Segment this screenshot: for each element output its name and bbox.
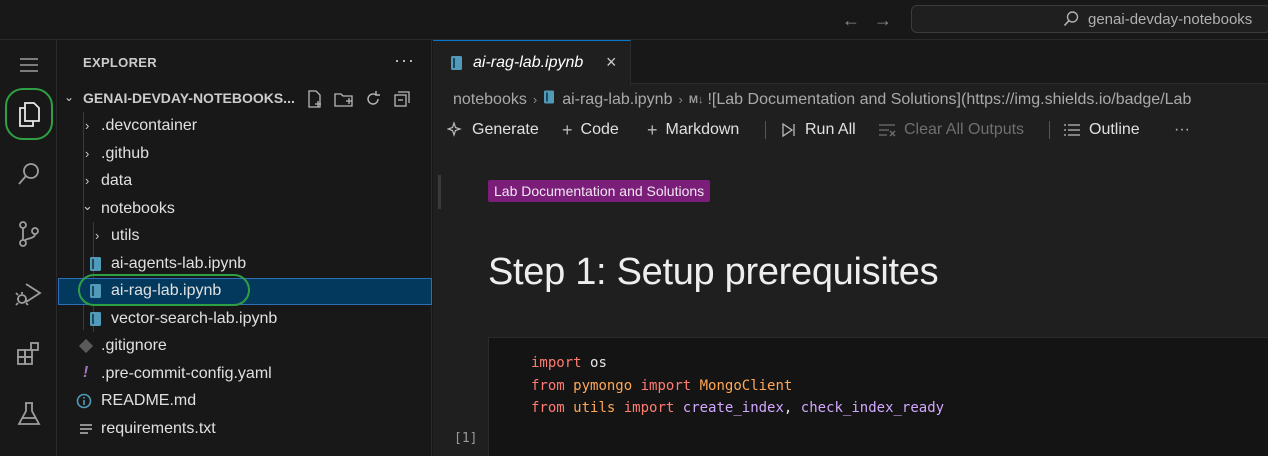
cell-focus-indicator [438, 175, 441, 209]
search-icon[interactable] [0, 150, 57, 198]
tree-folder-notebooks[interactable]: ⌄ notebooks [58, 196, 432, 223]
yaml-icon: ! [83, 364, 89, 381]
tab-label: ai-rag-lab.ipynb [473, 54, 584, 71]
clear-outputs-icon [879, 124, 896, 137]
chevron-right-icon: › [532, 92, 538, 108]
notebook-icon [90, 312, 101, 326]
search-icon [1063, 11, 1079, 27]
notebook-editor: ai-rag-lab.ipynb × notebooks › ai-rag-lab.… [433, 40, 1268, 456]
extensions-icon[interactable] [0, 330, 57, 378]
notebook-icon [544, 90, 555, 104]
tree-file-readme[interactable]: README.md [58, 388, 432, 415]
execution-count: [1] [454, 431, 478, 446]
breadcrumb-cell[interactable]: ![Lab Documentation and Solutions](https… [707, 91, 1191, 109]
toolbar-divider [765, 121, 766, 139]
add-code-cell-button[interactable]: + Code [562, 118, 619, 142]
run-all-button[interactable]: Run All [781, 118, 856, 142]
sparkle-icon [447, 121, 462, 137]
add-markdown-cell-button[interactable]: + Markdown [647, 118, 739, 142]
title-bar: ← → genai-devday-notebooks [0, 0, 1268, 40]
tree-folder-devcontainer[interactable]: › .devcontainer [58, 113, 432, 140]
highlight-ring [5, 88, 53, 140]
lab-docs-badge[interactable]: Lab Documentation and Solutions [488, 180, 711, 202]
breadcrumb-file[interactable]: ai-rag-lab.ipynb [562, 91, 672, 109]
menu-icon[interactable] [0, 41, 57, 89]
new-folder-icon[interactable] [334, 89, 354, 109]
explorer-panel: EXPLORER ··· ⌄ GENAI-DEVDAY-NOTEBOOKS...… [58, 40, 432, 456]
tree-file-vector-search-lab[interactable]: vector-search-lab.ipynb [58, 306, 432, 333]
command-center-label: genai-devday-notebooks [1088, 11, 1253, 28]
activity-bar [0, 40, 57, 456]
highlight-ring [78, 274, 250, 306]
tree-folder-utils[interactable]: › utils [58, 223, 432, 250]
workspace-root-label: GENAI-DEVDAY-NOTEBOOKS... [83, 90, 295, 106]
outline-button[interactable]: Outline [1063, 118, 1140, 142]
tab-strip: ai-rag-lab.ipynb × [433, 40, 1268, 85]
command-center-search[interactable]: genai-devday-notebooks [911, 5, 1268, 33]
explorer-title: EXPLORER [83, 55, 157, 70]
chevron-down-icon: ⌄ [64, 90, 75, 104]
tree-file-gitignore[interactable]: .gitignore [58, 333, 432, 360]
breadcrumb-folder[interactable]: notebooks [453, 91, 527, 109]
back-arrow-icon[interactable]: ← [840, 9, 862, 31]
outline-icon [1064, 124, 1080, 136]
text-file-icon [80, 424, 92, 434]
forward-arrow-icon[interactable]: → [872, 9, 894, 31]
run-all-icon [782, 122, 795, 138]
tab-ai-rag-lab[interactable]: ai-rag-lab.ipynb × [433, 40, 631, 85]
more-actions-icon[interactable]: ··· [394, 50, 415, 71]
notebook-icon [451, 56, 462, 70]
refresh-icon[interactable] [363, 89, 383, 109]
close-icon[interactable]: × [606, 52, 617, 73]
clear-all-outputs-button[interactable]: Clear All Outputs [878, 118, 1024, 142]
collapse-all-icon[interactable] [392, 89, 412, 109]
tree-file-requirements[interactable]: requirements.txt [58, 416, 432, 443]
markdown-icon: M↓ [688, 93, 704, 106]
workspace-root-folder[interactable]: ⌄ GENAI-DEVDAY-NOTEBOOKS... [58, 86, 432, 112]
testing-icon[interactable] [0, 390, 57, 438]
code-editor[interactable]: import os from pymongo import MongoClien… [531, 352, 944, 420]
new-file-icon[interactable] [305, 89, 325, 109]
generate-button[interactable]: Generate [447, 118, 539, 142]
breadcrumb: notebooks › ai-rag-lab.ipynb › M↓ ![Lab Docum… [453, 90, 1191, 110]
git-icon [78, 338, 94, 354]
more-actions-icon[interactable]: ··· [1174, 118, 1190, 142]
info-icon [76, 393, 92, 409]
chevron-right-icon: › [678, 92, 683, 108]
code-cell[interactable]: import os from pymongo import MongoClien… [488, 337, 1268, 456]
tree-file-pre-commit-config[interactable]: ! .pre-commit-config.yaml [58, 361, 432, 388]
markdown-heading: Step 1: Setup prerequisites [488, 251, 939, 293]
plus-icon: + [562, 119, 573, 140]
toolbar-divider [1049, 121, 1050, 139]
plus-icon: + [647, 119, 658, 140]
tree-folder-data[interactable]: › data [58, 168, 432, 195]
notebook-icon [90, 257, 101, 271]
run-debug-icon[interactable] [0, 270, 57, 318]
source-control-icon[interactable] [0, 210, 57, 258]
tree-folder-github[interactable]: › .github [58, 141, 432, 168]
